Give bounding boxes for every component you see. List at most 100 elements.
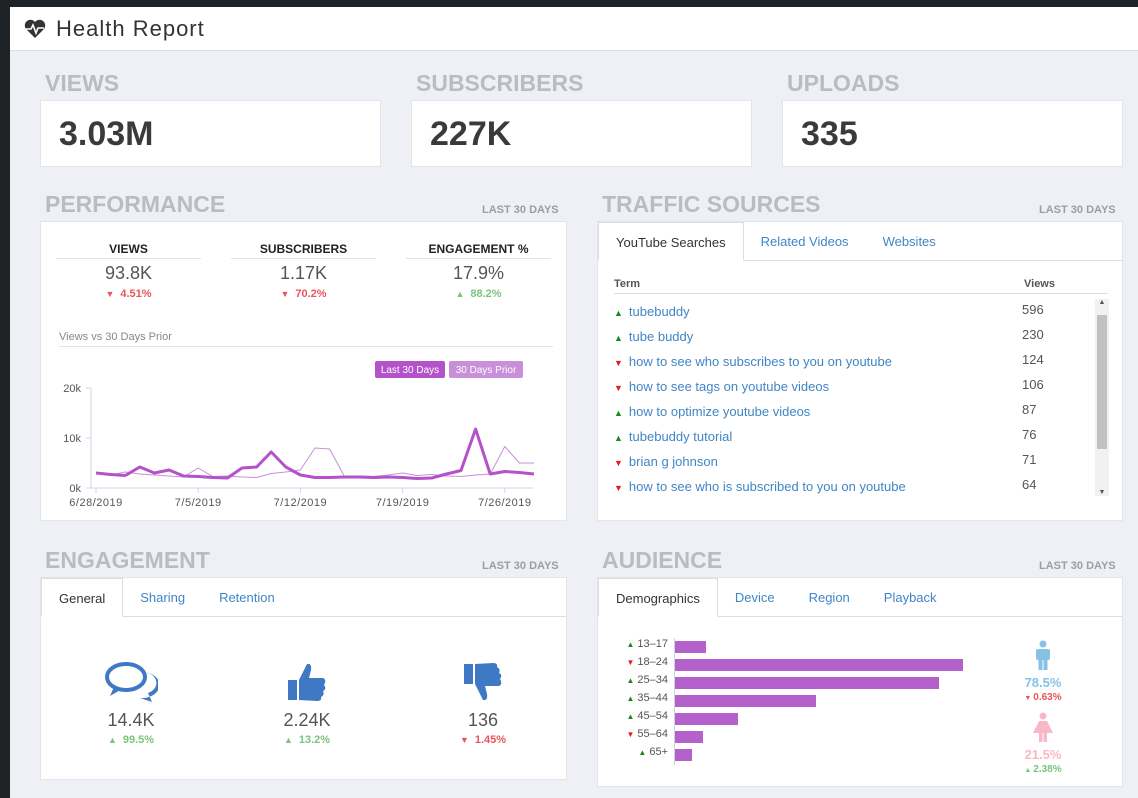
age-label-row: ▲ 25–34 [598,674,668,692]
views-value: 64 [1022,477,1037,492]
audience-title: AUDIENCE [602,547,723,573]
caret-down-icon: ▼ [459,735,469,745]
traffic-tabs: YouTube Searches Related Videos Websites [598,222,1122,261]
legend-label: Last 30 Days [381,365,439,376]
tab-region[interactable]: Region [792,578,867,616]
caret-up-icon: ▲ [626,640,635,649]
kpi-label: VIEWS [45,70,120,96]
age-label: 13–17 [637,638,668,650]
performance-card: VIEWS 93.8K ▼ 4.51% SUBSCRIBERS 1.17K ▼ 70.2% EN… [40,221,567,521]
col-views: Views [1024,278,1055,290]
performance-period: LAST 30 DAYS [482,204,559,216]
views-value: 230 [1022,327,1044,342]
caret-up-icon: ▲ [614,333,623,343]
app: Health Report PERFORMANCE LAST 30 DAYS V… [10,7,1138,798]
kpi-card: 227K [411,100,752,167]
age-label-row: ▲ 35–44 [598,692,668,710]
metric-change: ▲ 13.2% [262,734,352,746]
kpi-value: 3.03M [59,115,154,153]
series-last30-line [95,427,535,480]
tab-playback[interactable]: Playback [867,578,954,616]
comments-icon [86,660,176,706]
search-term-link[interactable]: how to optimize youtube videos [629,404,810,419]
male-percent: 78.5% [1024,675,1062,690]
x-tick-label: 7/26/2019 [478,497,531,509]
age-label: 55–64 [637,728,668,740]
table-row: ▼ how to see who is subscribed to you on … [614,477,1094,504]
kpi-card: 3.03M [40,100,381,167]
caret-up-icon: ▲ [614,308,623,318]
caret-up-icon: ▲ [614,433,623,443]
scrollbar-thumb[interactable] [1097,315,1107,449]
tab-websites[interactable]: Websites [866,222,953,260]
engagement-metric: 14.4K ▲ 99.5% [86,660,176,746]
age-bar [675,677,940,689]
caret-up-icon: ▲ [626,676,635,685]
views-value: 76 [1022,427,1037,442]
caret-down-icon: ▼ [614,383,623,393]
kpi-label: UPLOADS [787,70,900,96]
audience-tabs: Demographics Device Region Playback [598,578,1122,617]
tab-demographics[interactable]: Demographics [598,578,718,617]
tab-general[interactable]: General [41,578,124,617]
engagement-metric: 136 ▼ 1.45% [438,660,528,746]
thumbs-down-icon [438,660,528,706]
x-tick-label: 7/12/2019 [274,497,327,509]
caret-down-icon: ▼ [1024,695,1032,702]
heartbeat-icon [24,19,46,38]
table-row: ▼ how to see who subscribes to you on you… [614,352,1094,379]
age-label-row: ▲ 65+ [598,746,668,764]
engagement-tabs: General Sharing Retention [41,578,566,617]
scrollbar[interactable]: ▲ ▼ [1095,299,1109,496]
kpi-value: 335 [801,115,858,153]
thumbs-up-icon [262,660,352,706]
views-value: 124 [1022,352,1044,367]
caret-up-icon: ▲ [107,735,117,745]
age-bar [675,695,816,707]
metric-change-value: 13.2% [298,734,331,746]
female-change: ▲ 2.38% [1013,764,1073,775]
views-value: 596 [1022,302,1044,317]
header: Health Report [10,7,1138,51]
engagement-card: General Sharing Retention 14.4K ▲ 99.5% 2.24K… [40,577,567,780]
age-label: 25–34 [637,674,668,686]
metric-value: 2.24K [283,710,331,730]
metric-change-value: 99.5% [122,734,155,746]
page-title: Health Report [56,15,205,41]
metric-value: 136 [467,710,499,730]
metric-value: 14.4K [107,710,155,730]
x-tick-label: 7/19/2019 [376,497,429,509]
views-line-chart: 0k 10k 20k 6/28/2019 7/5/2019 7/12/2019 7/19/2… [63,361,535,509]
kpi-label: SUBSCRIBERS [416,70,584,96]
tab-device[interactable]: Device [718,578,792,616]
search-term-link[interactable]: tubebuddy tutorial [629,429,732,444]
age-bar [675,731,704,743]
search-term-link[interactable]: brian g johnson [629,454,718,469]
change-value: 0.63% [1033,692,1062,703]
age-label: 35–44 [637,692,668,704]
engagement-period: LAST 30 DAYS [482,560,559,572]
tab-retention[interactable]: Retention [202,578,292,616]
tab-related-videos[interactable]: Related Videos [744,222,866,260]
tab-youtube-searches[interactable]: YouTube Searches [598,222,744,261]
table-row: ▲ tubebuddy 596 [614,302,1094,329]
age-label: 45–54 [637,710,668,722]
age-label: 18–24 [637,656,668,668]
caret-up-icon: ▲ [283,735,293,745]
male-icon [1013,640,1073,675]
tab-sharing[interactable]: Sharing [123,578,202,616]
search-term-link[interactable]: how to see tags on youtube videos [629,379,829,394]
table-row: ▼ brian g johnson 71 [614,452,1094,479]
views-value: 71 [1022,452,1037,467]
search-term-link[interactable]: how to see who subscribes to you on yout… [629,354,892,369]
search-term-link[interactable]: tubebuddy [629,304,690,319]
metric-change-value: 1.45% [474,734,507,746]
traffic-card: YouTube Searches Related Videos Websites T… [597,221,1123,521]
y-tick-label: 10k [63,433,81,445]
age-bar [675,749,693,761]
search-term-link[interactable]: how to see who is subscribed to you on y… [629,479,906,494]
table-row: ▲ tubebuddy tutorial 76 [614,427,1094,454]
caret-down-icon: ▼ [626,730,635,739]
search-term-link[interactable]: tube buddy [629,329,693,344]
views-value: 87 [1022,402,1037,417]
